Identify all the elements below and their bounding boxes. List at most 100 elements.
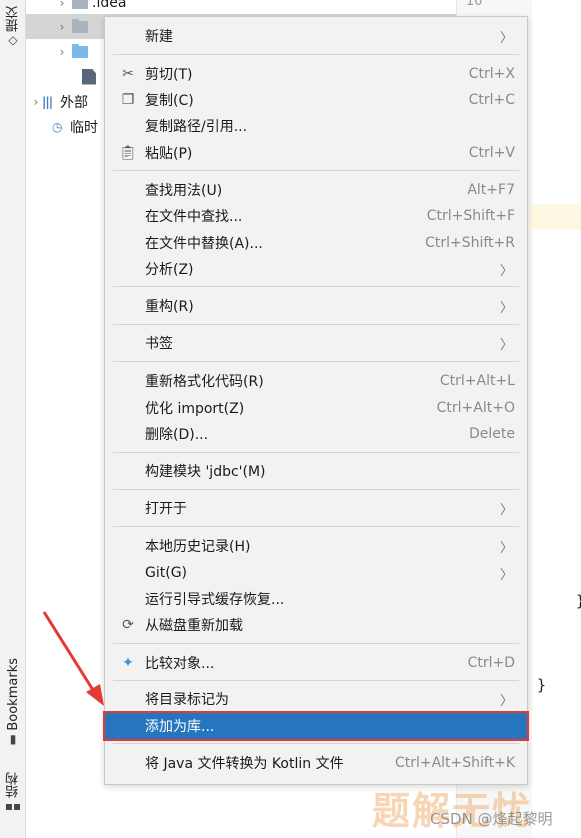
menu-item-label: 在文件中替换(A)... (145, 236, 263, 252)
bookmarks-tool-button[interactable]: Bookmarks ▮ (0, 658, 26, 747)
tree-item-file[interactable] (82, 64, 100, 89)
chevron-right-icon: 〉 (499, 263, 513, 279)
menu-item-refactor[interactable]: 重构(R) 〉 (105, 293, 527, 319)
menu-item-label: 添加为库... (145, 719, 215, 735)
library-icon: ||| (42, 94, 53, 109)
menu-item-new[interactable]: 新建 〉 (105, 23, 527, 49)
chevron-right-icon[interactable]: › (56, 0, 68, 10)
menu-item-label: Git(G) (145, 565, 187, 581)
menu-item-shortcut: Delete (469, 426, 515, 442)
editor-area[interactable] (532, 0, 581, 838)
menu-item-shortcut: Ctrl+V (468, 145, 515, 161)
bookmark-icon: ▮ (9, 731, 17, 746)
menu-item-shortcut: Alt+F7 (467, 182, 515, 198)
menu-item-label: 构建模块 'jdbc'(M) (145, 464, 266, 480)
file-icon (82, 68, 96, 85)
menu-item-label: 重新格式化代码(R) (145, 374, 264, 390)
menu-item-label: 将目录标记为 (145, 692, 229, 708)
menu-item-paste[interactable]: 📋︎ 粘贴(P) Ctrl+V (105, 140, 527, 166)
folder-icon (72, 0, 88, 9)
menu-item-label: 新建 (145, 29, 173, 45)
menu-item-delete[interactable]: 删除(D)... Delete (105, 421, 527, 447)
menu-item-replace-in-files[interactable]: 在文件中替换(A)... Ctrl+Shift+R (105, 230, 527, 256)
menu-item-mark-directory-as[interactable]: 将目录标记为 〉 (105, 686, 527, 712)
menu-item-copy[interactable]: ❐ 复制(C) Ctrl+C (105, 87, 527, 113)
menu-item-reformat-code[interactable]: 重新格式化代码(R) Ctrl+Alt+L (105, 368, 527, 394)
menu-item-shortcut: Ctrl+Shift+R (425, 235, 515, 251)
chevron-right-icon[interactable]: › (30, 95, 42, 109)
watermark-credit: CSDN @烽起黎明 (430, 810, 553, 828)
reload-icon: ⟳ (122, 617, 134, 633)
commit-tool-button[interactable]: 提交 ◇ (0, 6, 26, 48)
chevron-right-icon: 〉 (499, 337, 513, 353)
menu-item-cut[interactable]: ✂ 剪切(T) Ctrl+X (105, 61, 527, 87)
tree-item-label: 外部 (60, 94, 88, 111)
code-brace: } (576, 592, 581, 610)
structure-tool-button[interactable]: 结构 ▪▪ (0, 772, 26, 814)
menu-item-convert-java-to-kotlin[interactable]: 将 Java 文件转换为 Kotlin 文件 Ctrl+Alt+Shift+K (105, 750, 527, 776)
menu-item-label: 从磁盘重新加载 (145, 618, 243, 634)
paste-icon: 📋︎ (119, 145, 137, 161)
context-menu: 新建 〉 ✂ 剪切(T) Ctrl+X ❐ 复制(C) Ctrl+C 复制路径/… (103, 16, 529, 785)
menu-separator (113, 489, 519, 490)
chevron-right-icon[interactable]: › (56, 20, 68, 34)
menu-item-optimize-imports[interactable]: 优化 import(Z) Ctrl+Alt+O (105, 395, 527, 421)
menu-item-analyze[interactable]: 分析(Z) 〉 (105, 256, 527, 282)
structure-icon: ▪▪ (4, 799, 22, 813)
menu-item-copy-path[interactable]: 复制路径/引用... (105, 113, 527, 139)
menu-item-build-module[interactable]: 构建模块 'jdbc'(M) (105, 458, 527, 484)
menu-item-shortcut: Ctrl+C (468, 92, 515, 108)
menu-item-local-history[interactable]: 本地历史记录(H) 〉 (105, 533, 527, 559)
bookmarks-label: Bookmarks (5, 658, 21, 731)
menu-item-shortcut: Ctrl+Shift+F (426, 208, 515, 224)
menu-item-label: 复制(C) (145, 93, 194, 109)
menu-item-shortcut: Ctrl+Alt+L (439, 373, 515, 389)
chevron-right-icon[interactable]: › (56, 45, 68, 59)
tree-item-label: 临时 (70, 119, 98, 136)
menu-item-bookmarks[interactable]: 书签 〉 (105, 330, 527, 356)
menu-separator (113, 286, 519, 287)
menu-separator (113, 54, 519, 55)
arrow-head (86, 684, 104, 706)
menu-item-label: 复制路径/引用... (145, 119, 248, 135)
menu-item-label: 书签 (145, 336, 173, 352)
menu-item-label: 运行引导式缓存恢复... (145, 592, 285, 608)
menu-item-label: 在文件中查找... (145, 209, 243, 225)
current-line-highlight (530, 204, 581, 230)
menu-item-label: 将 Java 文件转换为 Kotlin 文件 (145, 756, 344, 772)
line-number: 10 (466, 0, 483, 9)
menu-separator (113, 743, 519, 744)
menu-item-add-as-library[interactable]: 添加为库... (103, 711, 529, 741)
chevron-right-icon: 〉 (499, 300, 513, 316)
menu-item-label: 打开于 (145, 501, 187, 517)
menu-item-shortcut: Ctrl+Alt+O (436, 400, 515, 416)
tree-item-source-folder[interactable]: › (56, 39, 92, 64)
tree-item-external-libraries[interactable]: › ||| 外部 (30, 89, 88, 114)
chevron-right-icon: 〉 (499, 693, 513, 709)
menu-item-label: 剪切(T) (145, 67, 193, 83)
chevron-right-icon: 〉 (499, 540, 513, 556)
menu-separator (113, 452, 519, 453)
menu-separator (113, 526, 519, 527)
menu-item-shortcut: Ctrl+X (468, 66, 515, 82)
menu-separator (113, 170, 519, 171)
tree-item-label: .idea (92, 0, 127, 11)
menu-item-compare-with[interactable]: ✦ 比较对象... Ctrl+D (105, 650, 527, 676)
left-tool-strip: 提交 ◇ Bookmarks ▮ 结构 ▪▪ (0, 0, 26, 838)
arrow-shaft (42, 611, 100, 699)
menu-item-cache-recovery[interactable]: 运行引导式缓存恢复... (105, 586, 527, 612)
menu-item-open-in[interactable]: 打开于 〉 (105, 495, 527, 521)
menu-item-git[interactable]: Git(G) 〉 (105, 560, 527, 586)
menu-item-find-usages[interactable]: 查找用法(U) Alt+F7 (105, 177, 527, 203)
tree-item-scratches[interactable]: ◷ 临时 (52, 114, 98, 139)
folder-icon (72, 18, 88, 33)
menu-item-find-in-files[interactable]: 在文件中查找... Ctrl+Shift+F (105, 203, 527, 229)
menu-separator (113, 680, 519, 681)
tree-item-idea[interactable]: › .idea (56, 0, 126, 15)
compare-icon: ✦ (122, 655, 134, 671)
menu-item-label: 删除(D)... (145, 427, 209, 443)
commit-label: 提交 (5, 6, 21, 32)
menu-item-label: 粘贴(P) (145, 146, 193, 162)
code-brace: } (537, 676, 547, 694)
menu-item-reload-from-disk[interactable]: ⟳ 从磁盘重新加载 (105, 612, 527, 638)
